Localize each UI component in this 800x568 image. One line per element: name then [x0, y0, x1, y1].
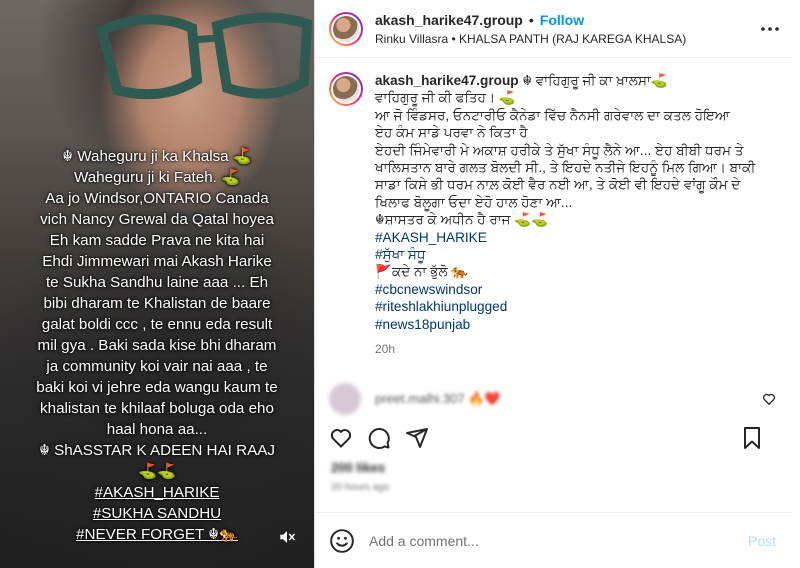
caption-line: 🚩ਕਦੇ ਨਾ ਭੁੱਲੋ 🐅 [375, 264, 469, 280]
caption-line: Waheguru ji ki Fateh. ⛳ [73, 169, 241, 186]
hashtag-link[interactable]: #cbcnewswindsor [375, 281, 780, 298]
caption-line: baki koi vi jehre eda wangu kaum te [36, 379, 278, 396]
bookmark-icon[interactable] [740, 426, 764, 450]
avatar[interactable] [329, 11, 363, 46]
caption-line: Ehdi Jimmewari mai Akash Harike [42, 253, 272, 270]
header-username[interactable]: akash_harike47.group [375, 12, 523, 28]
hashtag-link[interactable]: #news18punjab [375, 316, 780, 333]
video-caption: ☬ Waheguru ji ka Khalsa ⛳ Waheguru ji ki… [0, 146, 314, 545]
caption-line: khalistan te khilaaf boluga oda eho [40, 400, 274, 417]
caption-line: Aa jo Windsor,ONTARIO Canada [45, 190, 269, 207]
caption-hashtag: #AKASH_HARIKE [94, 484, 220, 501]
caption-line: ☬ ShASSTAR K ADEEN HAI RAAJ [39, 442, 275, 459]
caption-line: galat boldi ccc , te ennu eda result [41, 316, 273, 333]
hashtag-link[interactable]: #ਸੁੱਖਾ ਸੰਧੂ [375, 246, 780, 263]
separator-dot: • [528, 11, 534, 28]
caption-line: ☬ਸ਼ਾਸਤਰ ਕੇ ਅਧੀਨ ਹੈ ਰਾਜ ⛳⛳ [375, 212, 549, 228]
emoji-icon[interactable] [329, 528, 355, 554]
hashtag-link[interactable]: #riteshlakhiunplugged [375, 298, 780, 315]
follow-button[interactable]: Follow [540, 12, 584, 28]
share-icon[interactable] [405, 426, 429, 450]
caption-line: ਵਾਹਿਗੁਰੂ ਜੀ ਕੀ ਫਤਿਹ। ⛳ [375, 90, 516, 106]
post-header: akash_harike47.group • Follow Rinku Vill… [315, 0, 796, 58]
comment-icon[interactable] [367, 426, 391, 450]
likes-count[interactable]: 200 likes [331, 460, 385, 475]
heart-icon[interactable] [329, 426, 353, 450]
post-modal: ☬ Waheguru ji ka Khalsa ⛳ Waheguru ji ki… [0, 0, 800, 568]
post-timestamp[interactable]: 20h [375, 341, 780, 358]
header-text: akash_harike47.group • Follow Rinku Vill… [375, 12, 758, 46]
caption-line: ⛳⛳ [138, 463, 176, 480]
post-comment-button[interactable]: Post [748, 533, 776, 549]
action-bar [329, 424, 778, 452]
caption-line: ਸਾਡਾ ਕਿਸੇ ਭੀ ਧਰਮ ਨਾਲ਼ ਕੋਈ ਵੈਰ ਨਈ ਆ, ਤੇ ਕ… [375, 177, 741, 193]
commenter-avatar[interactable] [329, 383, 361, 415]
post-details: akash_harike47.group • Follow Rinku Vill… [314, 0, 796, 568]
speaker-muted-icon[interactable] [278, 528, 296, 546]
heart-outline-icon[interactable] [762, 392, 776, 406]
caption-avatar[interactable] [329, 72, 363, 106]
caption-line: mil gya . Baki sada kise bhi dharam [37, 337, 277, 354]
add-comment-bar: Post [315, 512, 796, 568]
more-options-icon[interactable] [758, 17, 782, 41]
glasses-image [96, 12, 312, 100]
caption-line: bibi dharam te Khalistan de baare [43, 295, 271, 312]
caption-line: ja community koi vair nai aaa , te [46, 358, 268, 375]
post-date: 20 hours ago [331, 482, 390, 493]
caption-line: te Sukha Sandhu laine aaa ... Eh [45, 274, 269, 291]
caption-line: ਖਾਲਿਸਤਾਨ ਬਾਰੇ ਗਲਤ ਬੋਲਦੀ ਸੀ., ਤੇ ਇਹਦੇ ਨਤੀ… [375, 160, 756, 176]
post-caption-area: akash_harike47.group ☬ ਵਾਹਿਗੁਰੂ ਜੀ ਕਾ ਖ਼… [315, 58, 796, 366]
caption-hashtag: #SUKHA SANDHU [92, 505, 222, 522]
caption-line: haal hona aa... [106, 421, 208, 438]
scrollbar[interactable] [792, 0, 796, 568]
comment-input[interactable] [369, 532, 748, 549]
hashtag-link[interactable]: #AKASH_HARIKE [375, 229, 780, 246]
caption-line: Eh kam sadde Prava ne kita hai [49, 232, 265, 249]
caption-line: ☬ Waheguru ji ka Khalsa ⛳ [62, 148, 252, 165]
caption-line: vich Nancy Grewal da Qatal hoyea [40, 211, 274, 228]
caption-username[interactable]: akash_harike47.group [375, 73, 519, 88]
comment-row: preet.malhi.307 🔥❤️ [329, 382, 776, 416]
post-media[interactable]: ☬ Waheguru ji ka Khalsa ⛳ Waheguru ji ki… [0, 0, 314, 568]
caption-hashtag: #NEVER FORGET ☬🐅 [76, 526, 238, 543]
caption-line: ਏਹਦੀ ਜਿੰਮੇਵਾਰੀ ਮੇ ਅਕਾਸ਼ ਹਰੀਕੇ ਤੇ ਸੁੱਖਾ ਸ… [375, 142, 744, 158]
caption-line: ਏਹ ਕੰਮ ਸਾਡੇ ਪਰਵਾ ਨੇ ਕਿਤਾ ਹੈ [375, 125, 528, 141]
post-caption: akash_harike47.group ☬ ਵਾਹਿਗੁਰੂ ਜੀ ਕਾ ਖ਼… [375, 72, 780, 366]
comment-text: preet.malhi.307 🔥❤️ [375, 391, 501, 406]
caption-first-line: ☬ ਵਾਹਿਗੁਰੂ ਜੀ ਕਾ ਖ਼ਾਲਸਾ⛳ [518, 73, 668, 88]
header-subtitle[interactable]: Rinku Villasra • KHALSA PANTH (RAJ KAREG… [375, 32, 758, 46]
caption-line: ਖਿਲਾਫ ਬੋਲੂਗਾ ਓਦਾ ਏਹੋ ਹਾਲ ਹੋਣਾ ਆ... [375, 194, 573, 210]
caption-line: ਆ ਜੋ ਵਿੰਡਸਰ, ਓਨਟਾਰੀਓ ਕੈਨੇਡਾ ਵਿੱਚ ਨੈਨਸੀ ਗ… [375, 107, 730, 123]
